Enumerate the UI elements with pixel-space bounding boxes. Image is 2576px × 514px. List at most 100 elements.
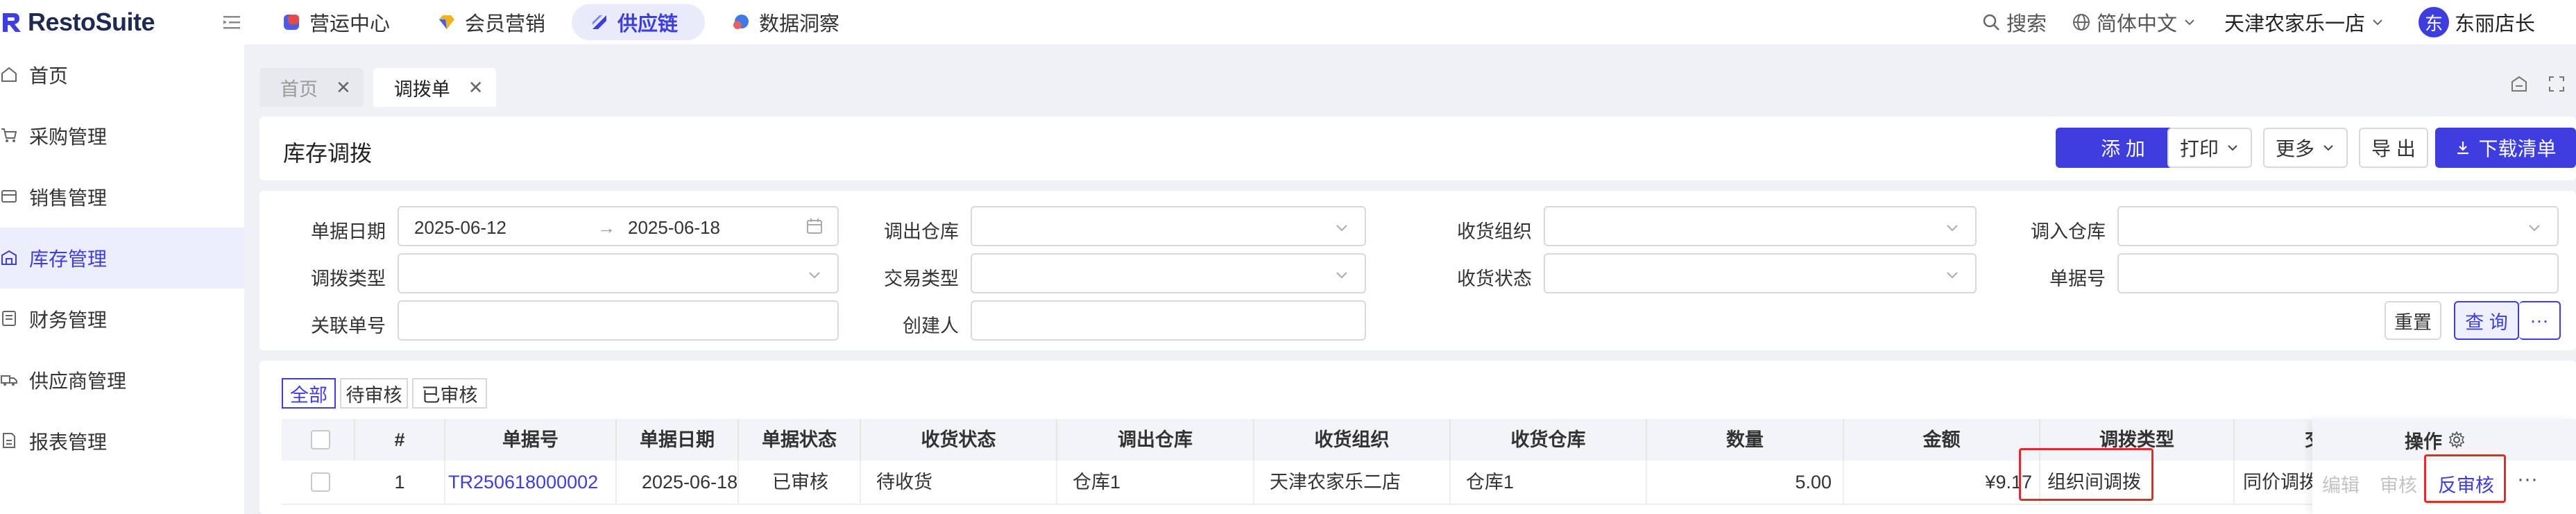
user-menu[interactable]: 东 东丽店长 [2419,0,2535,44]
search-icon [1983,14,1999,31]
chevron-down-icon [2373,19,2382,26]
related-no-label: 关联单号 [311,316,386,336]
th-out-warehouse: 调出仓库 [1057,419,1254,461]
date-range-picker[interactable]: 2025-06-12 → 2025-06-18 [398,206,839,246]
creator-input[interactable] [971,300,1366,341]
page-title: 库存调拨 [283,141,373,166]
home-shortcut-icon[interactable] [2507,72,2531,96]
tab-label: 首页 [280,78,318,100]
th-recv-status: 收货状态 [861,419,1057,461]
out-warehouse-select[interactable] [971,206,1366,246]
supplier-icon [1,375,17,386]
sidebar-item-finance[interactable]: 财务管理 [0,289,244,350]
nav-operations-label: 营运中心 [309,13,391,35]
print-button[interactable]: 打印 [2167,128,2252,168]
sidebar-item-purchase[interactable]: 采购管理 [0,105,244,166]
sidebar-item-label: 采购管理 [29,126,108,148]
nav-member-label: 会员营销 [465,13,546,35]
user-name: 东丽店长 [2455,13,2536,35]
trade-type-label: 交易类型 [884,268,959,289]
edit-action-disabled[interactable]: 编辑 [2322,470,2360,497]
receiving-status-select[interactable] [1544,253,1977,293]
status-tab-approved[interactable]: 已审核 [412,378,487,409]
th-recv-org: 收货组织 [1254,419,1451,461]
chevron-down-icon [809,272,820,279]
finance-icon [2,311,16,326]
more-button[interactable]: 更多 [2263,128,2348,168]
tab-strip: 首页 ✕ 调拨单 ✕ [259,68,496,107]
th-operations-label: 操作 [2405,431,2442,452]
cell-recv-org: 天津农家乐二店 [1254,461,1451,504]
cell-doc-no-link[interactable]: TR250618000002 [445,461,617,504]
creator-label: 创建人 [903,316,959,336]
tab-transfer-order[interactable]: 调拨单 ✕ [373,68,496,107]
nav-data-label: 数据洞察 [759,13,840,35]
sidebar-item-label: 首页 [29,65,69,87]
row-checkbox[interactable] [311,472,330,492]
print-label: 打印 [2179,138,2219,160]
fullscreen-icon[interactable] [2545,72,2568,96]
th-checkbox [282,419,355,461]
store-selector[interactable]: 天津农家乐一店 [2224,0,2385,44]
th-amount: 金额 [1844,419,2040,461]
sidebar-item-label: 库存管理 [29,248,108,270]
operations-icon [284,15,299,30]
sidebar-item-label: 销售管理 [29,187,108,209]
gear-icon[interactable] [2448,431,2466,449]
receiving-org-select[interactable] [1544,206,1977,246]
cell-quantity: 5.00 [1647,461,1844,504]
row-divider [282,504,2576,505]
sidebar-item-label: 报表管理 [29,431,108,453]
sidebar-item-inventory[interactable]: 库存管理 [0,228,244,289]
doc-no-input[interactable] [2117,253,2559,293]
chevron-down-icon [1336,272,1347,279]
sidebar-item-report[interactable]: 报表管理 [0,411,244,472]
sidebar-item-home[interactable]: 首页 [0,44,244,105]
receiving-status-label: 收货状态 [1457,268,1532,289]
sidebar-item-supplier[interactable]: 供应商管理 [0,350,244,411]
cart-icon [1,128,17,142]
cell-amount: ¥9.17 [1844,461,2040,504]
close-icon[interactable]: ✕ [336,77,351,98]
tab-home[interactable]: 首页 ✕ [259,68,364,107]
approve-action-disabled[interactable]: 审核 [2380,470,2417,497]
nav-operations[interactable]: 营运中心 [264,4,408,40]
nav-supply-chain[interactable]: 供应链 [572,4,705,40]
nav-member-marketing[interactable]: 会员营销 [419,4,563,40]
more-label: 更多 [2275,138,2314,160]
sidebar-item-label: 财务管理 [29,309,108,331]
in-warehouse-label: 调入仓库 [2031,221,2106,242]
logo[interactable]: RestoSuite [0,7,155,37]
related-no-input[interactable] [398,300,839,341]
download-label: 下载清单 [2478,138,2557,160]
supply-chain-icon [592,15,606,29]
nav-supply-chain-label: 供应链 [617,13,679,35]
in-warehouse-select[interactable] [2117,206,2559,246]
status-tab-all[interactable]: 全部 [282,378,336,409]
home-icon [1,67,17,82]
row-more-button[interactable]: ··· [2517,468,2538,491]
query-button[interactable]: 查 询 [2454,301,2519,340]
close-icon[interactable]: ✕ [468,77,484,98]
transfer-type-select[interactable] [398,253,839,293]
calendar-icon [807,219,822,234]
cell-doc-status: 已审核 [739,461,861,504]
th-date: 单据日期 [617,419,739,461]
cell-recv-warehouse: 仓库1 [1451,461,1647,504]
chevron-down-icon [2228,145,2237,151]
filter-more-button[interactable]: ··· [2519,301,2561,340]
menu-collapse-icon[interactable] [219,10,244,35]
search-button[interactable]: 搜索 [1981,0,2047,44]
tab-label: 调拨单 [393,78,450,100]
export-button[interactable]: 导 出 [2359,128,2428,168]
status-tab-pending[interactable]: 待审核 [340,378,408,409]
trade-type-select[interactable] [971,253,1366,293]
sidebar: 首页 采购管理 销售管理 库存管理 财务管理 供应商管理 报表管理 [0,44,244,514]
download-list-button[interactable]: 下载清单 [2435,128,2576,168]
sidebar-item-label: 供应商管理 [29,370,127,392]
sidebar-item-sales[interactable]: 销售管理 [0,166,244,228]
out-warehouse-label: 调出仓库 [884,221,959,242]
nav-data-insight[interactable]: 数据洞察 [713,4,858,40]
language-selector[interactable]: 简体中文 [2072,0,2197,44]
reset-button[interactable]: 重置 [2385,301,2441,340]
